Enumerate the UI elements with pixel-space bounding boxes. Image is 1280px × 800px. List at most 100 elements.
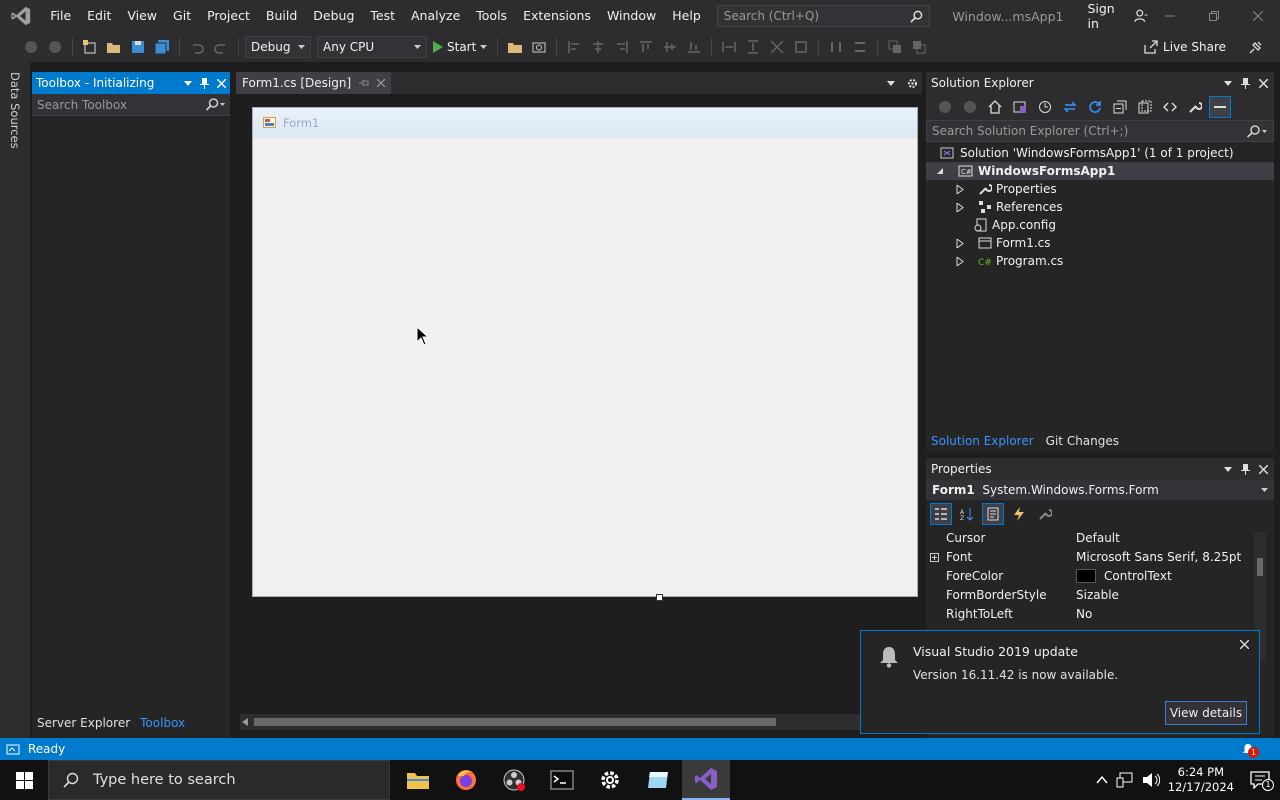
properties-view-button[interactable] [982,503,1004,525]
pin-icon[interactable] [359,79,369,87]
volume-icon[interactable] [1142,772,1160,788]
align-centers-button[interactable] [587,36,609,58]
action-center-button[interactable]: 1 [1250,771,1274,791]
horizontal-spacing-button[interactable] [825,36,847,58]
refresh-button[interactable] [1084,96,1106,118]
se-back-button[interactable] [934,96,956,118]
notifications-button[interactable]: 1 [1242,743,1259,758]
chevron-down-icon[interactable] [1224,466,1232,472]
windows-start-button[interactable] [0,760,48,800]
tab-toolbox[interactable]: Toolbox [140,716,185,730]
close-icon[interactable] [1240,640,1249,649]
chevron-down-icon[interactable] [184,80,192,86]
pin-icon[interactable] [1241,77,1250,89]
menu-edit[interactable]: Edit [79,0,119,32]
home-button[interactable] [984,96,1006,118]
properties-object-select[interactable]: Form1 System.Windows.Forms.Form [926,480,1274,500]
expand-arrow-icon[interactable] [956,238,964,248]
feedback-button[interactable] [1244,36,1266,58]
open-in-explorer-button[interactable] [504,36,526,58]
scrollbar-thumb[interactable] [1257,558,1263,576]
events-button[interactable] [1008,503,1030,525]
tab-solution-explorer[interactable]: Solution Explorer [931,434,1034,448]
menu-file[interactable]: File [42,0,79,32]
view-details-button[interactable]: View details [1165,701,1247,725]
forward-navigation-button[interactable] [44,36,66,58]
menu-help[interactable]: Help [664,0,709,32]
expand-arrow-icon[interactable] [956,202,964,212]
tab-form1-design[interactable]: Form1.cs [Design] [236,72,392,94]
resize-handle[interactable] [656,594,663,601]
chevron-down-icon[interactable] [887,80,895,86]
horizontal-scrollbar[interactable] [240,714,860,730]
new-project-button[interactable] [79,36,101,58]
size-to-grid-button[interactable] [766,36,788,58]
tree-item-program-cs[interactable]: C# Program.cs [926,252,1274,270]
tree-item-properties[interactable]: Properties [926,180,1274,198]
expand-arrow-icon[interactable] [956,184,964,194]
sign-in-button[interactable]: Sign in [1087,1,1148,31]
collapse-all-button[interactable] [1109,96,1131,118]
align-tops-button[interactable] [635,36,657,58]
solution-platform-select[interactable]: Any CPU [317,36,427,58]
taskbar-app-generic[interactable] [634,760,682,800]
back-navigation-button[interactable] [20,36,42,58]
menu-window[interactable]: Window [599,0,664,32]
taskbar-obs[interactable] [490,760,538,800]
taskbar-file-explorer[interactable] [394,760,442,800]
align-rights-button[interactable] [611,36,633,58]
chevron-up-icon[interactable] [1096,776,1108,784]
properties-button[interactable] [1184,96,1206,118]
save-all-button[interactable] [151,36,173,58]
property-row-formborderstyle[interactable]: FormBorderStyle Sizable [926,585,1274,604]
scroll-left-icon[interactable] [242,718,248,726]
pending-changes-filter-button[interactable] [1034,96,1056,118]
toolbox-search-input[interactable]: Search Toolbox [32,94,230,116]
property-row-cursor[interactable]: Cursor Default [926,528,1274,547]
close-icon[interactable] [217,78,226,88]
view-code-button[interactable] [1159,96,1181,118]
property-pages-button[interactable] [1034,503,1056,525]
menu-git[interactable]: Git [165,0,199,32]
menu-tools[interactable]: Tools [468,0,515,32]
open-file-button[interactable] [103,36,125,58]
make-same-size-button[interactable] [790,36,812,58]
undo-button[interactable] [186,36,208,58]
make-same-height-button[interactable] [742,36,764,58]
close-icon[interactable] [377,79,386,87]
sync-with-active-document-button[interactable] [1059,96,1081,118]
screenshot-button[interactable] [528,36,550,58]
menu-build[interactable]: Build [258,0,305,32]
pin-icon[interactable] [200,77,209,89]
form1-design-window[interactable]: Form1 [252,107,918,597]
save-button[interactable] [127,36,149,58]
taskbar-terminal[interactable] [538,760,586,800]
pin-icon[interactable] [1241,463,1250,475]
search-input[interactable]: Search (Ctrl+Q) [716,5,931,27]
close-window-button[interactable] [1236,0,1280,32]
start-debugging-button[interactable]: Start [429,40,491,54]
network-icon[interactable] [1116,772,1134,788]
align-bottoms-button[interactable] [683,36,705,58]
gear-icon[interactable] [907,78,918,89]
property-row-righttoleft[interactable]: RightToLeft No [926,604,1274,623]
categorized-button[interactable] [930,503,952,525]
align-middles-button[interactable] [659,36,681,58]
menu-analyze[interactable]: Analyze [403,0,468,32]
taskbar-firefox[interactable] [442,760,490,800]
menu-test[interactable]: Test [362,0,403,32]
expand-plus-icon[interactable] [930,552,939,562]
menu-project[interactable]: Project [199,0,258,32]
switch-views-button[interactable] [1009,96,1031,118]
expanded-arrow-icon[interactable] [936,167,944,175]
chevron-down-icon[interactable] [1224,80,1232,86]
close-icon[interactable] [1259,78,1268,88]
property-row-font[interactable]: Font Microsoft Sans Serif, 8.25pt [926,547,1274,566]
data-sources-tab[interactable]: Data Sources [8,72,22,149]
taskbar-search-input[interactable]: Type here to search [48,760,390,800]
tab-server-explorer[interactable]: Server Explorer [37,716,130,730]
align-lefts-button[interactable] [563,36,585,58]
se-forward-button[interactable] [959,96,981,118]
restore-button[interactable] [1192,0,1236,32]
send-to-back-button[interactable] [908,36,930,58]
